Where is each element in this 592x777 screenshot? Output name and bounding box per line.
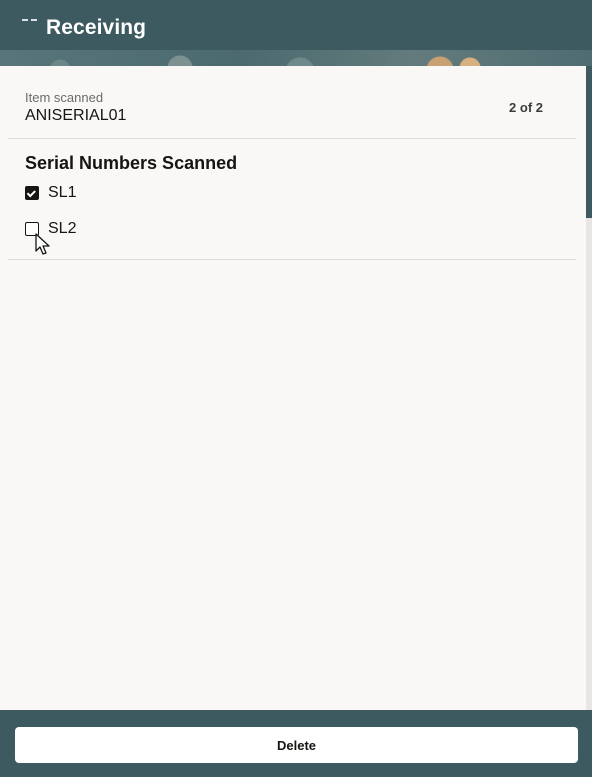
serial-numbers-title: Serial Numbers Scanned: [25, 153, 238, 173]
page-title: Receiving: [46, 16, 147, 39]
serial-row-sl1[interactable]: SL1: [25, 183, 76, 203]
header-bar: Receiving: [0, 0, 592, 66]
divider: [8, 138, 576, 139]
divider: [8, 259, 576, 260]
serial-checkbox-sl1[interactable]: [25, 186, 39, 200]
header-decoration: [0, 50, 592, 66]
main-content: Item scanned ANISERIAL01 2 of 2 Serial N…: [0, 66, 586, 710]
item-scanned-label: Item scanned: [25, 90, 104, 105]
delete-button[interactable]: Delete: [15, 727, 578, 763]
menu-icon[interactable]: [22, 19, 38, 23]
serial-label-sl1: SL1: [48, 184, 77, 201]
app-window: Receiving Item scanned ANISERIAL01 2 of …: [0, 0, 592, 777]
mouse-cursor-icon: [35, 233, 50, 255]
scrollbar-thumb[interactable]: [586, 66, 592, 218]
item-info: Item scanned ANISERIAL01: [25, 90, 126, 125]
pager-indicator: 2 of 2: [509, 100, 543, 115]
footer-bar: Delete: [0, 710, 592, 777]
item-scanned-value: ANISERIAL01: [25, 107, 127, 124]
